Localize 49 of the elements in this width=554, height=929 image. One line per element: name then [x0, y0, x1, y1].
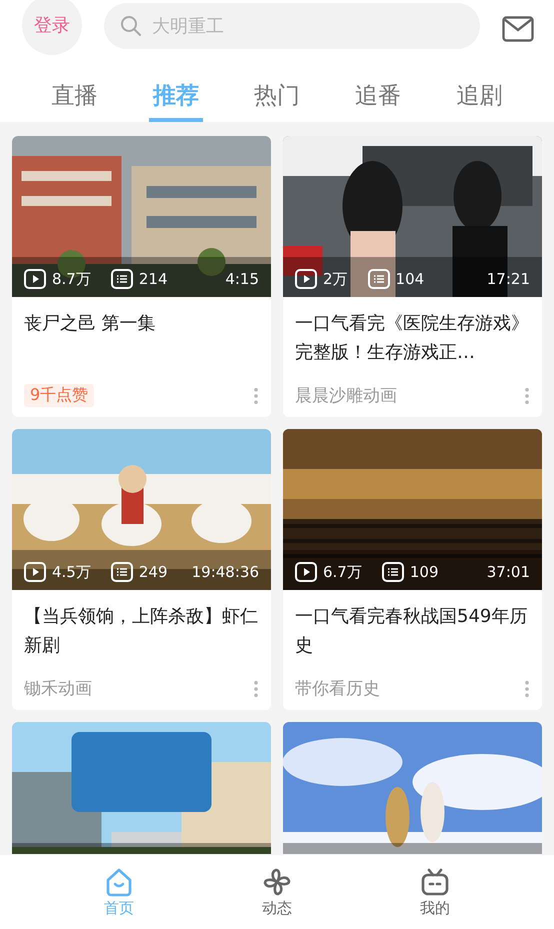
video-card[interactable]: 8.7万 214 4:15 丧尸之邑 第一集 9千点赞	[12, 136, 271, 417]
danmaku-icon	[110, 269, 133, 289]
video-title: 一口气看完《医院生存游戏》完整版！生存游戏正…	[295, 312, 530, 365]
duration: 17:21	[486, 270, 530, 288]
danmaku-icon	[110, 562, 133, 582]
more-icon[interactable]	[524, 386, 530, 404]
tab[interactable]: 直播	[48, 70, 102, 122]
tab[interactable]: 热门	[250, 70, 304, 122]
play-icon	[295, 562, 317, 582]
nav-item[interactable]: 动态	[262, 866, 292, 918]
nav-item[interactable]: 我的	[420, 866, 450, 918]
video-title: 一口气看完春秋战国549年历史	[295, 605, 528, 658]
danmaku-count: 249	[138, 563, 168, 581]
video-title: 【当兵领饷，上阵杀敌】虾仁新剧	[24, 605, 259, 658]
danmaku-count: 109	[410, 563, 438, 581]
duration: 37:01	[486, 563, 530, 581]
duration: 19:48:36	[192, 563, 259, 581]
view-count: 2万	[323, 270, 348, 288]
duration: 4:15	[225, 270, 259, 288]
danmaku-icon	[382, 562, 404, 582]
search-field[interactable]: 大明重工	[104, 3, 480, 49]
tv-icon	[420, 866, 450, 896]
author-name[interactable]: 锄禾动画	[24, 677, 92, 700]
play-icon	[295, 269, 317, 289]
video-card[interactable]: 4.5万 249 19:48:36 【当兵领饷，上阵杀敌】虾仁新剧 锄禾动画	[12, 429, 271, 710]
author-name[interactable]: 晨晨沙雕动画	[295, 384, 397, 407]
view-count: 6.7万	[323, 562, 362, 582]
video-card[interactable]: 6.7万 109 37:01 一口气看完春秋战国549年历史 带你看历史	[283, 429, 542, 710]
view-count: 4.5万	[52, 562, 91, 582]
more-icon[interactable]	[253, 386, 259, 404]
video-title: 丧尸之邑 第一集	[24, 312, 157, 336]
video-card[interactable]: 2万 104 17:21 一口气看完《医院生存游戏》完整版！生存游戏正… 晨晨沙雕动画	[283, 136, 542, 417]
tab[interactable]: 追剧	[452, 70, 506, 122]
likes-badge: 9千点赞	[24, 384, 94, 407]
home-icon	[104, 866, 134, 896]
author-name[interactable]: 带你看历史	[295, 677, 380, 700]
play-icon	[24, 269, 46, 289]
danmaku-count: 214	[138, 270, 168, 288]
danmaku-count: 104	[396, 270, 424, 288]
tab[interactable]: 追番	[351, 70, 406, 122]
mail-icon[interactable]	[502, 16, 534, 42]
more-icon[interactable]	[524, 680, 530, 698]
danmaku-icon	[368, 269, 390, 289]
login-button[interactable]: 登录	[22, 0, 82, 55]
view-count: 8.7万	[52, 270, 91, 288]
play-icon	[24, 562, 46, 582]
search-icon	[120, 15, 142, 37]
more-icon[interactable]	[253, 680, 259, 698]
pinwheel-icon	[262, 866, 292, 896]
